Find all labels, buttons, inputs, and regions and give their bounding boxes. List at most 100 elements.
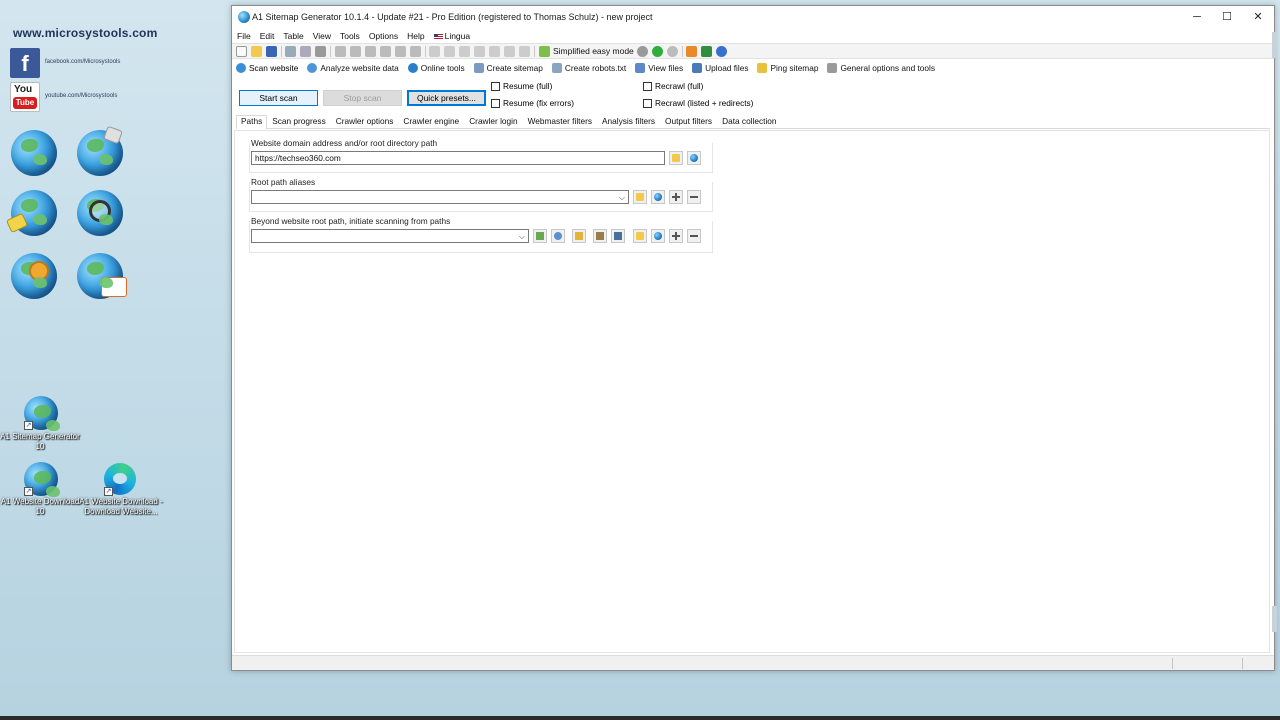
find-icon[interactable] — [395, 46, 406, 57]
menu-lingua[interactable]: Lingua — [433, 31, 470, 41]
subtab-crawler-login[interactable]: Crawler login — [464, 115, 522, 128]
tab-analyze-website-data[interactable]: Analyze website data — [307, 62, 399, 73]
a1-sitemap-generator-icon[interactable] — [77, 125, 123, 176]
home-icon[interactable] — [686, 46, 697, 57]
shortcut-label[interactable]: A1 Website Download - Download Website..… — [79, 497, 163, 517]
youtube-link[interactable]: You Tube youtube.com/Microsystools — [10, 82, 210, 112]
add-path-button[interactable] — [533, 229, 547, 243]
beyond-remove-button[interactable] — [687, 229, 701, 243]
a1-keyword-research-icon[interactable] — [77, 190, 123, 236]
a1-website-download-icon[interactable] — [5, 190, 57, 236]
subtab-output-filters[interactable]: Output filters — [660, 115, 717, 128]
stop-scan-button[interactable]: Stop scan — [323, 90, 402, 106]
tab-create-robots[interactable]: Create robots.txt — [551, 62, 626, 73]
resume-full-checkbox[interactable]: Resume (full) — [491, 81, 552, 91]
resume-fix-errors-checkbox[interactable]: Resume (fix errors) — [491, 98, 574, 108]
title-bar[interactable]: A1 Sitemap Generator 10.1.4 - Update #21… — [232, 6, 1274, 28]
tab-upload-files[interactable]: Upload files — [692, 62, 748, 73]
aliases-web-button[interactable] — [651, 190, 665, 204]
beyond-root-combo[interactable]: ⌵ — [251, 229, 529, 243]
tab-ping-sitemap[interactable]: Ping sitemap — [757, 62, 818, 73]
menu-table[interactable]: Table — [283, 31, 303, 41]
tab-scan-website[interactable]: Scan website — [236, 62, 298, 73]
menu-tools[interactable]: Tools — [340, 31, 360, 41]
help-icon[interactable] — [716, 46, 727, 57]
simplified-easy-mode-button[interactable]: Simplified easy mode — [553, 46, 634, 56]
refresh-icon[interactable] — [667, 46, 678, 57]
start-scan-button[interactable]: Start scan — [239, 90, 318, 106]
tab-online-tools[interactable]: Online tools — [407, 62, 465, 73]
beyond-add-button[interactable] — [669, 229, 683, 243]
checkbox-box[interactable] — [491, 81, 500, 91]
subtab-webmaster-filters[interactable]: Webmaster filters — [523, 115, 597, 128]
save-icon[interactable] — [266, 46, 277, 57]
columns-icon[interactable] — [519, 46, 530, 57]
paste-icon[interactable] — [350, 46, 361, 57]
tab-view-files[interactable]: View files — [635, 62, 683, 73]
copy-icon[interactable] — [285, 46, 296, 57]
new-icon[interactable] — [236, 46, 247, 57]
subtab-data-collection[interactable]: Data collection — [717, 115, 781, 128]
edit-path-button[interactable] — [572, 229, 586, 243]
browse-folder-button[interactable] — [669, 151, 683, 165]
find-next-icon[interactable] — [410, 46, 421, 57]
scrollbar-thumb[interactable] — [1272, 606, 1277, 632]
beyond-web-button[interactable] — [651, 229, 665, 243]
scrollbar-thumb[interactable] — [1272, 32, 1277, 58]
menu-help[interactable]: Help — [407, 31, 424, 41]
print-icon[interactable] — [315, 46, 326, 57]
sort-icon[interactable] — [429, 46, 440, 57]
menu-edit[interactable]: Edit — [260, 31, 275, 41]
close-button[interactable]: ✕ — [1243, 6, 1273, 28]
checkbox-box[interactable] — [643, 81, 652, 91]
delete-icon[interactable] — [365, 46, 376, 57]
checkbox-box[interactable] — [491, 98, 500, 108]
go-icon[interactable] — [652, 46, 663, 57]
open-icon[interactable] — [251, 46, 262, 57]
aliases-remove-button[interactable] — [687, 190, 701, 204]
expand-icon[interactable] — [489, 46, 500, 57]
subtab-paths[interactable]: Paths — [236, 115, 268, 129]
open-web-button[interactable] — [687, 151, 701, 165]
stop-icon[interactable] — [637, 46, 648, 57]
subtab-scan-progress[interactable]: Scan progress — [267, 115, 331, 128]
shortcut-label[interactable]: A1 Sitemap Generator 10 — [0, 432, 82, 452]
domain-input[interactable]: https://techseo360.com — [251, 151, 665, 165]
a1-website-scraper-icon[interactable] — [11, 253, 57, 299]
outdent-icon[interactable] — [459, 46, 470, 57]
background-scrollbar[interactable] — [1272, 30, 1278, 670]
import-paths-button[interactable] — [593, 229, 607, 243]
subtab-crawler-engine[interactable]: Crawler engine — [398, 115, 464, 128]
indent-icon[interactable] — [444, 46, 455, 57]
subtab-crawler-options[interactable]: Crawler options — [331, 115, 399, 128]
export-paths-button[interactable] — [611, 229, 625, 243]
a1-website-analyzer-icon[interactable] — [11, 130, 57, 176]
recrawl-listed-checkbox[interactable]: Recrawl (listed + redirects) — [643, 98, 753, 108]
refresh-path-button[interactable] — [551, 229, 565, 243]
print-preview-icon[interactable] — [300, 46, 311, 57]
undo-icon[interactable] — [380, 46, 391, 57]
collapse-icon[interactable] — [504, 46, 515, 57]
tab-create-sitemap[interactable]: Create sitemap — [473, 62, 543, 73]
aliases-add-button[interactable] — [669, 190, 683, 204]
chevron-down-icon[interactable]: ⌵ — [519, 231, 525, 243]
aliases-combo[interactable]: ⌵ — [251, 190, 629, 204]
quick-presets-button[interactable]: Quick presets... — [407, 90, 486, 106]
facebook-link[interactable]: f facebook.com/Microsystools — [10, 48, 210, 78]
maximize-button[interactable]: ☐ — [1212, 6, 1242, 28]
tab-general-options[interactable]: General options and tools — [827, 62, 935, 73]
menu-options[interactable]: Options — [369, 31, 398, 41]
cut-icon[interactable] — [335, 46, 346, 57]
checkbox-box[interactable] — [643, 98, 652, 108]
move-icon[interactable] — [474, 46, 485, 57]
subtab-analysis-filters[interactable]: Analysis filters — [597, 115, 660, 128]
aliases-folder-button[interactable] — [633, 190, 647, 204]
minimize-button[interactable]: ─ — [1182, 6, 1212, 28]
beyond-folder-button[interactable] — [633, 229, 647, 243]
a1-website-search-engine-icon[interactable] — [77, 253, 127, 299]
menu-file[interactable]: File — [237, 31, 251, 41]
menu-view[interactable]: View — [313, 31, 331, 41]
sitemap-icon[interactable] — [701, 46, 712, 57]
chevron-down-icon[interactable]: ⌵ — [619, 192, 625, 204]
recrawl-full-checkbox[interactable]: Recrawl (full) — [643, 81, 703, 91]
